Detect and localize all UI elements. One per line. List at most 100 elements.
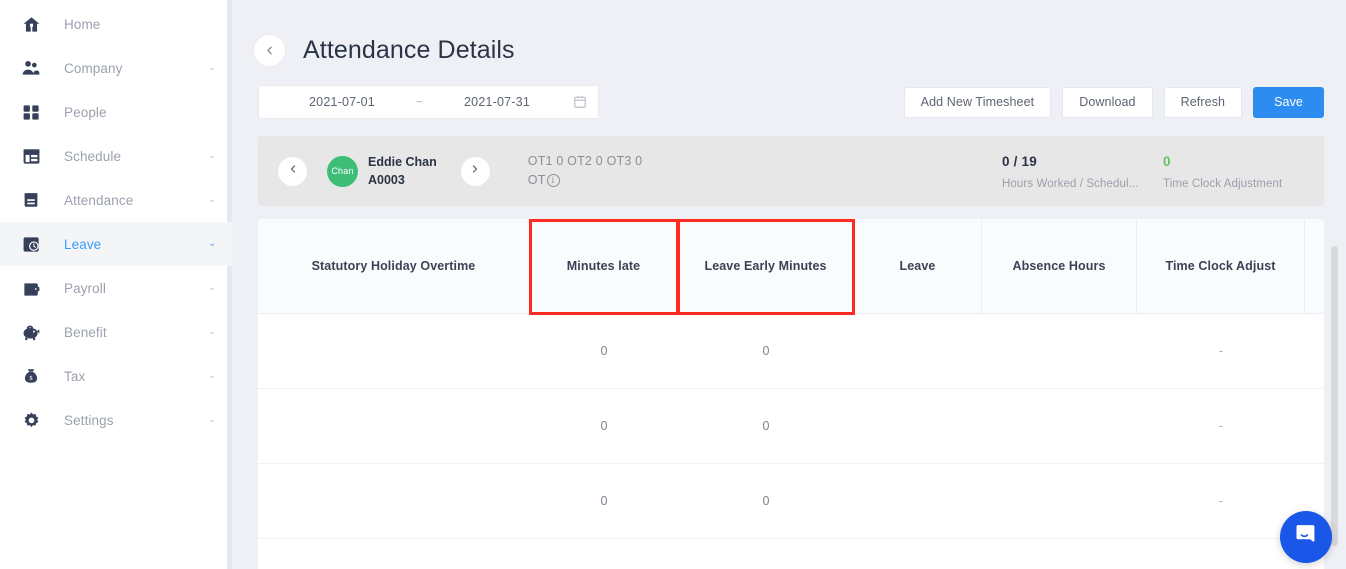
toolbar-actions: Add New Timesheet Download Refresh Save [903,86,1324,118]
date-start-value: 2021-07-01 [309,95,375,109]
chevron-down-icon[interactable]: ⌄ [208,150,216,160]
column-header-leave[interactable]: Leave [854,219,982,313]
column-header-absence-hours[interactable]: Absence Hours [982,219,1137,313]
stat-time-clock-adjustment-value: 0 [1163,154,1171,169]
grid-people-icon [18,99,44,125]
table-cell[interactable] [854,314,982,388]
date-range-separator: ~ [416,95,424,109]
people-group-icon [18,55,44,81]
sidebar-item-home[interactable]: Home [0,2,232,46]
chevron-down-icon[interactable]: ⌄ [208,414,216,424]
chevron-right-icon [469,162,481,180]
table-row[interactable]: 00 - [258,464,1324,539]
overtime-line-2: OT i [528,171,643,190]
previous-employee-button[interactable] [278,156,307,186]
page-title: Attendance Details [303,36,515,64]
vertical-scrollbar[interactable] [1331,246,1338,546]
table-cell[interactable]: - [1137,464,1305,538]
table-cell[interactable] [854,464,982,538]
column-header-leave-early-minutes[interactable]: Leave Early Minutes [678,219,854,313]
toolbar: 2021-07-01 ~ 2021-07-31 Add New Timeshee… [232,79,1346,125]
employee-id: A0003 [368,173,405,187]
table-cell[interactable] [982,314,1137,388]
table-row[interactable]: 00 - [258,314,1324,389]
overtime-summary: OT1 0 OT2 0 OT3 0 OT i [528,152,643,191]
add-new-timesheet-button[interactable]: Add New Timesheet [903,86,1052,118]
table-row[interactable]: 00 - [258,389,1324,464]
sidebar-item-label: People [64,104,107,120]
chevron-down-icon[interactable]: ⌄ [208,282,216,292]
table-body: 00-00-00- [258,314,1324,539]
column-header-time-clock-adjust[interactable]: Time Clock Adjust [1137,219,1305,313]
employee-identity: Eddie Chan A0003 [368,153,437,189]
table-cell[interactable] [982,389,1137,463]
info-circle-icon[interactable]: i [546,174,560,188]
sidebar-item-label: Company [64,60,123,76]
chat-bubble-icon [1294,522,1319,552]
sidebar-item-label: Leave [64,236,102,252]
table-cell[interactable] [258,314,530,388]
table-cell[interactable]: - [1137,314,1305,388]
table-cell[interactable] [258,464,530,538]
sidebar-item-label: Schedule [64,148,122,164]
chevron-down-icon[interactable]: ⌄ [208,62,216,72]
chevron-down-icon[interactable]: ⌄ [208,326,216,336]
sidebar-item-schedule[interactable]: Schedule ⌄ [0,134,232,178]
stat-hours-worked-label: Hours Worked / Schedul... [1002,178,1139,191]
chevron-down-icon[interactable]: ⌄ [208,370,216,380]
date-end-value: 2021-07-31 [464,95,530,109]
chevron-left-icon [263,44,276,57]
sidebar: Home Company ⌄ People Schedule ⌄ Attendance ⌄ Le… [0,0,232,569]
next-employee-button[interactable] [460,156,490,186]
attendance-table: Statutory Holiday Overtime Minutes late Le… [258,219,1324,569]
sidebar-item-people[interactable]: People [0,90,232,134]
sidebar-item-benefit[interactable]: Benefit ⌄ [0,310,232,354]
clipboard-icon [18,187,44,213]
table-cell[interactable]: 0 [678,389,854,463]
table-cell[interactable] [982,464,1137,538]
sidebar-item-leave[interactable]: Leave ⌄ [0,222,232,266]
table-header-row: Statutory Holiday Overtime Minutes late Le… [258,219,1324,314]
wallet-icon [18,275,44,301]
sidebar-item-settings[interactable]: Settings ⌄ [0,398,232,442]
date-range-picker[interactable]: 2021-07-01 ~ 2021-07-31 [258,85,599,119]
employee-name: Eddie Chan [368,154,437,169]
chevron-down-icon[interactable]: ⌄ [208,194,216,204]
app-root: Home Company ⌄ People Schedule ⌄ Attendance ⌄ Le… [0,0,1346,569]
sidebar-item-attendance[interactable]: Attendance ⌄ [0,178,232,222]
sidebar-item-tax[interactable]: $ Tax ⌄ [0,354,232,398]
money-bag-icon: $ [18,363,44,389]
stat-time-clock-adjustment-label: Time Clock Adjustment [1163,178,1283,191]
calendar-grid-icon [18,143,44,169]
clock-calendar-icon [18,231,44,257]
overtime-label: OT [527,173,546,187]
sidebar-item-label: Benefit [64,324,107,340]
table-cell[interactable] [258,389,530,463]
table-cell[interactable]: 0 [678,464,854,538]
table-cell[interactable]: 0 [530,314,678,388]
chat-widget-button[interactable] [1280,511,1332,563]
column-header-statutory-holiday-overtime[interactable]: Statutory Holiday Overtime [258,219,530,313]
calendar-icon [573,95,587,109]
table-cell[interactable]: 0 [678,314,854,388]
table-cell[interactable] [854,389,982,463]
refresh-button[interactable]: Refresh [1163,86,1243,118]
download-button[interactable]: Download [1062,86,1153,118]
overtime-line-1: OT1 0 OT2 0 OT3 0 [527,153,643,168]
sidebar-item-payroll[interactable]: Payroll ⌄ [0,266,232,310]
sidebar-item-label: Home [64,16,101,32]
avatar: Chan [327,155,358,187]
back-button[interactable] [254,35,285,66]
column-header-minutes-late[interactable]: Minutes late [530,219,678,313]
piggy-bank-icon [18,319,44,345]
table-cell[interactable]: 0 [530,464,678,538]
save-button[interactable]: Save [1253,86,1324,118]
table-cell[interactable]: - [1137,389,1305,463]
sidebar-item-company[interactable]: Company ⌄ [0,46,232,90]
svg-text:$: $ [29,375,32,382]
chevron-down-icon[interactable]: ⌄ [208,238,216,248]
gear-icon [18,407,44,433]
sidebar-item-label: Settings [64,412,114,428]
table-cell[interactable]: 0 [530,389,678,463]
stat-time-clock-adjustment: 0 Time Clock Adjustment [1163,152,1282,194]
